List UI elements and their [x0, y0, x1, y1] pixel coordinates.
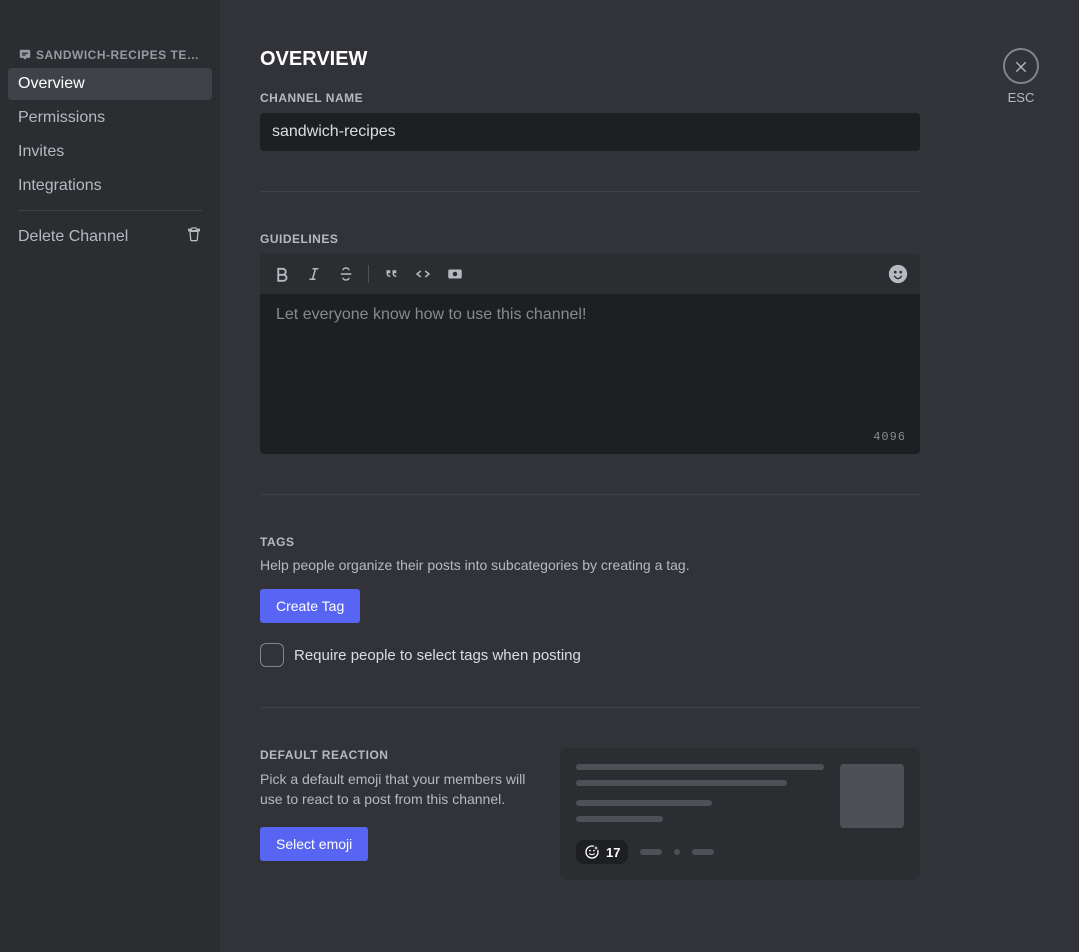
channel-name-input[interactable]	[260, 113, 920, 151]
eye-button[interactable]	[441, 260, 469, 288]
sidebar-item-label: Overview	[18, 75, 85, 93]
page-title: Overview	[260, 48, 920, 71]
guidelines-char-count: 4096	[873, 430, 906, 444]
section-divider	[260, 707, 920, 708]
close-button[interactable]	[1003, 48, 1039, 84]
bold-button[interactable]	[268, 260, 296, 288]
reaction-count: 17	[606, 845, 620, 860]
quote-icon	[382, 265, 400, 283]
sidebar-item-label: Integrations	[18, 177, 102, 195]
default-reaction-label: Default Reaction	[260, 748, 540, 762]
close-icon	[1013, 58, 1029, 74]
guidelines-editor: Let everyone know how to use this channe…	[260, 254, 920, 454]
sidebar-item-permissions[interactable]: Permissions	[8, 102, 212, 134]
strikethrough-icon	[337, 265, 355, 283]
close-esc-label: ESC	[1003, 90, 1039, 105]
italic-icon	[305, 265, 323, 283]
code-button[interactable]	[409, 260, 437, 288]
sidebar-item-label: Invites	[18, 143, 64, 161]
sidebar-item-invites[interactable]: Invites	[8, 136, 212, 168]
sidebar-divider	[18, 210, 202, 211]
emoji-icon	[887, 263, 909, 285]
emoji-add-icon	[584, 844, 600, 860]
settings-main: ESC Overview Channel Name Guidelines	[220, 0, 1079, 952]
require-tags-label: Require people to select tags when posti…	[294, 647, 581, 664]
trash-icon	[186, 226, 202, 247]
reaction-preview-card: 17	[560, 748, 920, 880]
preview-skeleton: 17	[576, 764, 824, 864]
eye-icon	[446, 265, 464, 283]
sidebar-header: SANDWICH-RECIPES TE…	[8, 48, 212, 68]
default-reaction-desc: Pick a default emoji that your members w…	[260, 770, 540, 809]
code-icon	[414, 265, 432, 283]
close-wrap: ESC	[1003, 48, 1039, 105]
select-emoji-button[interactable]: Select emoji	[260, 827, 368, 861]
require-tags-checkbox[interactable]	[260, 643, 284, 667]
italic-button[interactable]	[300, 260, 328, 288]
guidelines-label: Guidelines	[260, 232, 920, 246]
forum-channel-icon	[18, 48, 32, 62]
section-divider	[260, 191, 920, 192]
sidebar-item-overview[interactable]: Overview	[8, 68, 212, 100]
bold-icon	[273, 265, 291, 283]
strikethrough-button[interactable]	[332, 260, 360, 288]
tags-label: Tags	[260, 535, 920, 549]
settings-sidebar: SANDWICH-RECIPES TE… Overview Permission…	[0, 0, 220, 952]
reaction-chip: 17	[576, 840, 628, 864]
sidebar-item-integrations[interactable]: Integrations	[8, 170, 212, 202]
require-tags-row: Require people to select tags when posti…	[260, 643, 920, 667]
emoji-picker-button[interactable]	[884, 260, 912, 288]
channel-name-label: Channel Name	[260, 91, 920, 105]
guidelines-textarea[interactable]: Let everyone know how to use this channe…	[260, 294, 920, 454]
toolbar-separator	[368, 265, 369, 283]
guidelines-placeholder: Let everyone know how to use this channe…	[276, 306, 586, 323]
tags-help-text: Help people organize their posts into su…	[260, 557, 920, 573]
section-divider	[260, 494, 920, 495]
sidebar-header-text: SANDWICH-RECIPES TE…	[36, 48, 199, 62]
editor-toolbar	[260, 254, 920, 294]
sidebar-item-label: Delete Channel	[18, 228, 128, 246]
sidebar-item-delete-channel[interactable]: Delete Channel	[8, 219, 212, 254]
create-tag-button[interactable]: Create Tag	[260, 589, 360, 623]
preview-thumbnail	[840, 764, 904, 828]
quote-button[interactable]	[377, 260, 405, 288]
sidebar-item-label: Permissions	[18, 109, 105, 127]
